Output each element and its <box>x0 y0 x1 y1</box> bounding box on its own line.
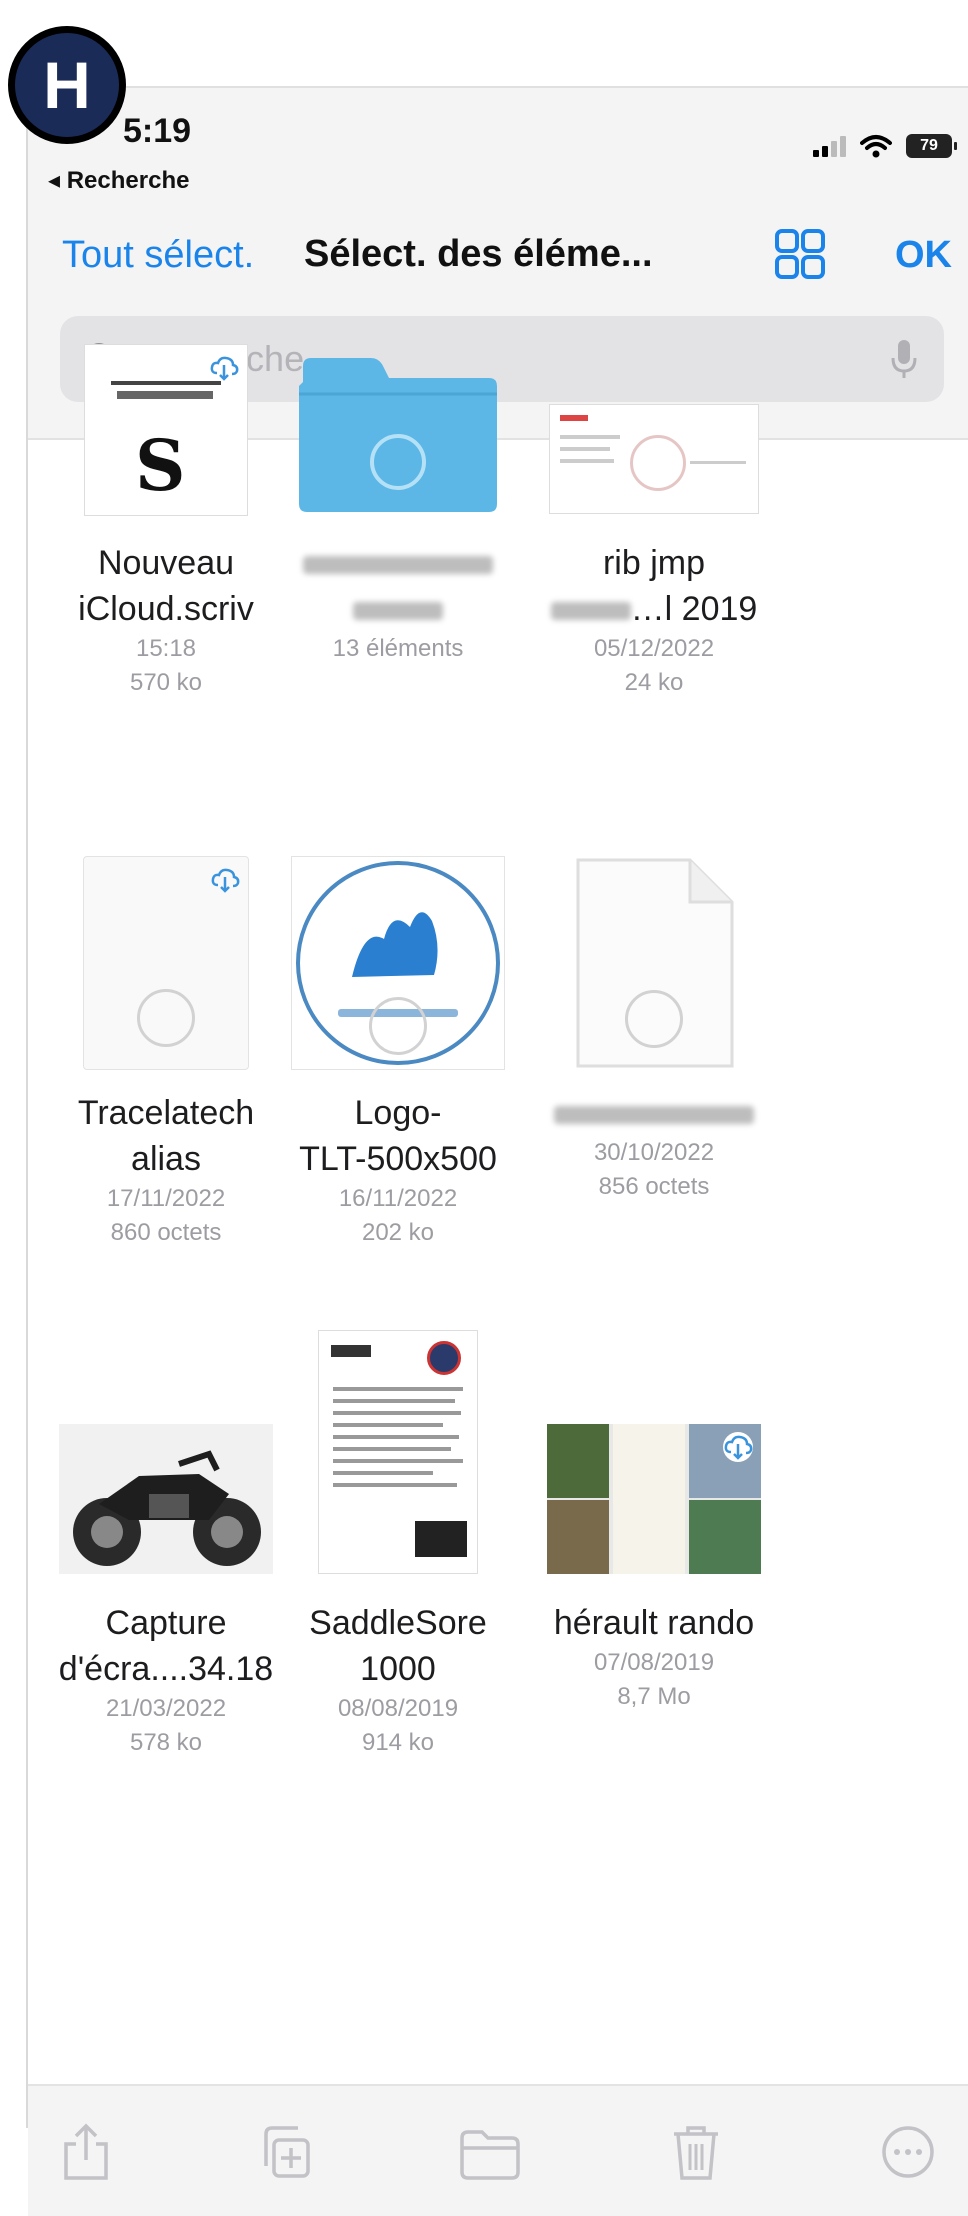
file-date: 30/10/2022 <box>593 1139 715 1166</box>
file-item[interactable]: Capture d'écra....34.18 21/03/2022 578 k… <box>36 1424 296 1760</box>
file-item[interactable]: Logo- TLT-500x500 16/11/2022 202 ko <box>268 856 528 1250</box>
file-date: 07/08/2019 <box>593 1649 715 1676</box>
ok-button[interactable]: OK <box>895 234 952 277</box>
image-thumbnail <box>547 1424 761 1574</box>
phone-screen: 5:19 ◂ Recherche 79 Tout sélect. Sélect.… <box>26 86 968 2216</box>
file-name: Nouveau <box>97 544 235 582</box>
file-size: 570 ko <box>129 669 203 696</box>
file-date: 21/03/2022 <box>105 1695 227 1722</box>
file-name: hérault rando <box>553 1604 755 1642</box>
file-name-line2-text: …l 2019 <box>630 590 758 628</box>
icloud-download-icon <box>211 868 240 893</box>
step-badge-letter: H <box>43 48 91 122</box>
file-size: 202 ko <box>361 1219 435 1246</box>
battery-icon: 79 <box>906 134 957 158</box>
file-size: 856 octets <box>598 1173 710 1200</box>
file-date: 05/12/2022 <box>593 635 715 662</box>
icloud-download-icon <box>210 356 239 381</box>
file-name-line2: iCloud.scriv <box>78 590 254 628</box>
file-name-line2: alias <box>131 1140 201 1178</box>
file-date: 16/11/2022 <box>338 1185 458 1212</box>
blank-document-icon <box>572 856 736 1070</box>
file-name-redacted-line2 <box>268 586 528 632</box>
cellular-signal-icon <box>813 135 846 157</box>
back-to-app-link[interactable]: ◂ Recherche <box>48 166 189 195</box>
file-name: rib jmp <box>602 544 706 582</box>
file-size: 24 ko <box>624 669 684 696</box>
file-size: 8,7 Mo <box>617 1683 691 1710</box>
file-item[interactable]: rib jmp …l 2019 05/12/2022 24 ko <box>524 344 784 700</box>
file-name-line2: TLT-500x500 <box>299 1140 497 1178</box>
icloud-download-icon <box>723 1432 753 1462</box>
folder-item-count: 13 éléments <box>332 635 464 662</box>
file-size: 914 ko <box>361 1729 435 1756</box>
bottom-toolbar <box>28 2084 968 2216</box>
file-date: 17/11/2022 <box>106 1185 226 1212</box>
file-item[interactable]: S Nouveau iCloud.scriv 15:18 570 ko <box>36 344 296 700</box>
file-name: Capture <box>105 1604 227 1642</box>
file-date: 08/08/2019 <box>337 1695 459 1722</box>
document-thumbnail: S <box>84 344 248 516</box>
file-date: 15:18 <box>135 635 197 662</box>
file-name: SaddleSore <box>309 1604 487 1642</box>
move-folder-icon[interactable] <box>456 2120 522 2184</box>
file-name: Logo- <box>354 1094 442 1132</box>
status-indicators: 79 <box>813 134 957 158</box>
file-name-redacted <box>524 1090 784 1136</box>
select-all-button[interactable]: Tout sélect. <box>62 234 254 277</box>
share-icon[interactable] <box>56 2120 116 2184</box>
file-size: 578 ko <box>129 1729 203 1756</box>
image-thumbnail <box>59 1424 273 1574</box>
battery-level: 79 <box>920 137 938 154</box>
logo-thumbnail <box>291 856 505 1070</box>
selection-circle[interactable] <box>625 990 683 1048</box>
file-name-redacted <box>268 540 528 586</box>
folder-icon <box>293 344 503 516</box>
selection-circle[interactable] <box>369 997 427 1055</box>
file-item[interactable]: 30/10/2022 856 octets <box>524 856 784 1204</box>
status-time: 5:19 <box>123 112 192 150</box>
step-badge: H <box>8 26 126 144</box>
file-name-line2: 1000 <box>360 1650 436 1688</box>
file-name-line2: …l 2019 <box>524 586 784 632</box>
microphone-icon[interactable] <box>890 338 918 380</box>
alias-file-thumbnail <box>83 856 249 1070</box>
document-thumbnail <box>318 1330 478 1574</box>
file-size: 860 octets <box>110 1219 222 1246</box>
selection-circle[interactable] <box>137 989 195 1047</box>
grid-view-icon[interactable] <box>772 226 828 282</box>
page-title: Sélect. des éléme... <box>304 233 653 275</box>
wifi-icon <box>860 135 892 158</box>
folder-item[interactable]: 13 éléments <box>268 344 528 666</box>
file-item[interactable]: Tracelatech alias 17/11/2022 860 octets <box>36 856 296 1250</box>
document-thumbnail <box>549 344 759 516</box>
file-name: Tracelatech <box>77 1094 255 1132</box>
file-item[interactable]: hérault rando 07/08/2019 8,7 Mo <box>524 1424 784 1714</box>
more-icon[interactable] <box>878 2120 938 2184</box>
trash-icon[interactable] <box>666 2120 726 2184</box>
duplicate-icon[interactable] <box>256 2120 316 2184</box>
file-item[interactable]: SaddleSore 1000 08/08/2019 914 ko <box>268 1330 528 1760</box>
file-name-line2: d'écra....34.18 <box>58 1650 274 1688</box>
